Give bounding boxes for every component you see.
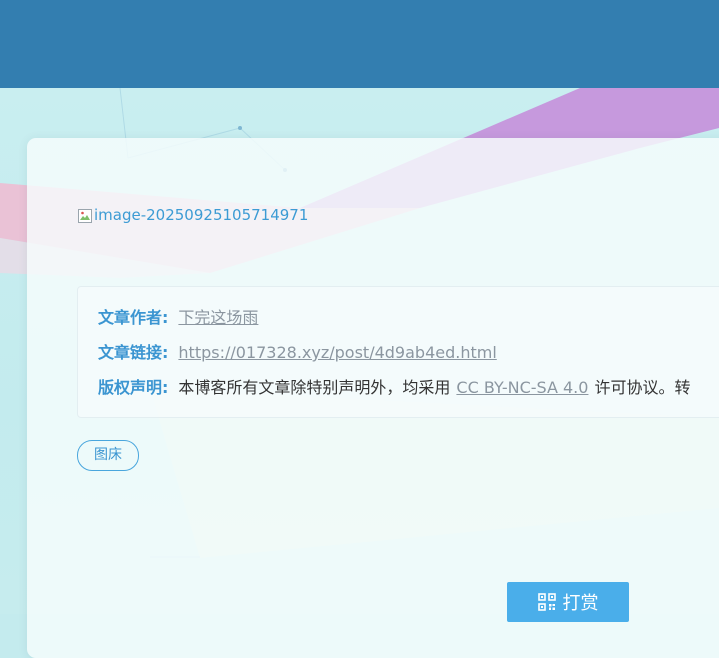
- author-row: 文章作者: 下完这场雨: [98, 307, 258, 329]
- author-label: 文章作者:: [98, 308, 169, 327]
- post-url-link[interactable]: https://017328.xyz/post/4d9ab4ed.html: [178, 342, 496, 364]
- article-image: image-20250925105714971: [77, 203, 308, 227]
- link-row: 文章链接: https://017328.xyz/post/4d9ab4ed.h…: [98, 342, 497, 364]
- license-prefix-text: 本博客所有文章除特别声明外，均采用: [178, 378, 451, 397]
- broken-image-icon: [77, 207, 93, 223]
- tag-image-hosting[interactable]: 图床: [77, 440, 139, 471]
- reward-button[interactable]: 打赏: [507, 582, 629, 622]
- license-link[interactable]: CC BY-NC-SA 4.0: [456, 377, 588, 399]
- license-row: 版权声明: 本博客所有文章除特别声明外，均采用 CC BY-NC-SA 4.0 …: [98, 377, 690, 399]
- qrcode-icon: [537, 593, 556, 611]
- top-header-bar: [0, 0, 719, 88]
- license-suffix-text: 许可协议。转: [594, 378, 691, 397]
- author-link[interactable]: 下完这场雨: [178, 307, 258, 329]
- post-copyright-box: 文章作者: 下完这场雨 文章链接: https://017328.xyz/pos…: [77, 286, 719, 418]
- reward-label: 打赏: [562, 593, 599, 614]
- link-label: 文章链接:: [98, 343, 169, 362]
- license-label: 版权声明:: [98, 378, 169, 397]
- image-alt-text: image-20250925105714971: [94, 206, 309, 224]
